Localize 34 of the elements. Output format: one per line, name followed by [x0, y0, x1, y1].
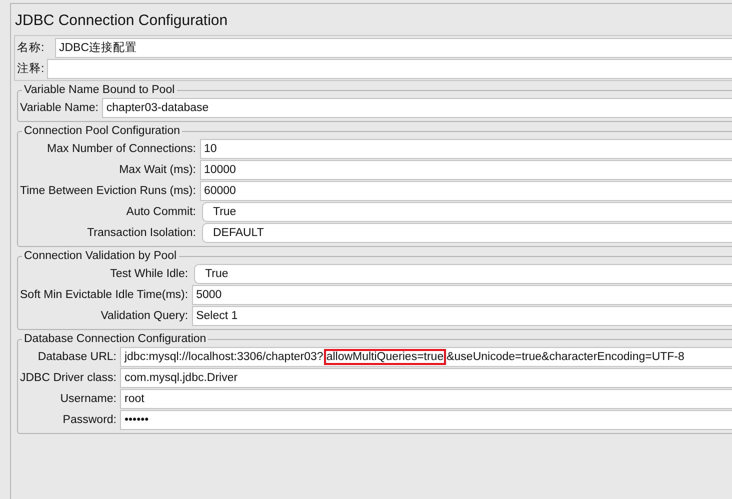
text-field[interactable]: chapter03-database	[102, 98, 732, 118]
panel-title: JDBC Connection Configuration	[15, 12, 229, 29]
text-field[interactable]: 60000	[200, 180, 732, 200]
field-label: Variable Name:	[20, 102, 100, 114]
field-label: Soft Min Evictable Idle Time(ms):	[20, 288, 190, 300]
field-label: 名称:	[16, 40, 46, 55]
group-title: Database Connection Configuration	[22, 332, 208, 346]
text-field[interactable]: com.mysql.jdbc.Driver	[120, 368, 732, 388]
field-label: Password:	[62, 414, 118, 426]
field-label: Username:	[59, 392, 118, 404]
field-label: Validation Query:	[100, 310, 190, 322]
text-field[interactable]: 10	[200, 138, 732, 158]
text-field[interactable]: 5000	[192, 284, 732, 304]
text-field[interactable]: ••••••	[120, 410, 732, 430]
group-title: Connection Validation by Pool	[22, 249, 179, 263]
group-title: Connection Pool Configuration	[22, 124, 182, 138]
field-label: 注释:	[16, 61, 46, 76]
dropdown[interactable]: True	[194, 264, 732, 284]
dropdown[interactable]: True	[202, 202, 732, 222]
field-label: JDBC Driver class:	[20, 372, 118, 384]
field-label: Max Number of Connections:	[46, 142, 197, 154]
dropdown[interactable]: DEFAULT	[202, 222, 732, 242]
text-field[interactable]: root	[120, 388, 732, 408]
text-field[interactable]: Select 1	[192, 306, 732, 326]
field-label: Transaction Isolation:	[86, 226, 197, 238]
text-field[interactable]: JDBC连接配置	[55, 38, 732, 58]
field-label: Database URL:	[36, 350, 118, 362]
text-field[interactable]	[47, 58, 732, 78]
field-label: Test While Idle:	[109, 268, 190, 280]
url-field[interactable]: jdbc:mysql://localhost:3306/chapter03? allowMultiQueries=true &useUnicode=true&characterEncoding=UTF-8	[120, 346, 732, 366]
field-label: Auto Commit:	[125, 206, 197, 218]
text-field[interactable]: 10000	[200, 160, 732, 180]
field-label: Max Wait (ms):	[118, 164, 197, 176]
field-label: Time Between Eviction Runs (ms):	[20, 184, 197, 196]
